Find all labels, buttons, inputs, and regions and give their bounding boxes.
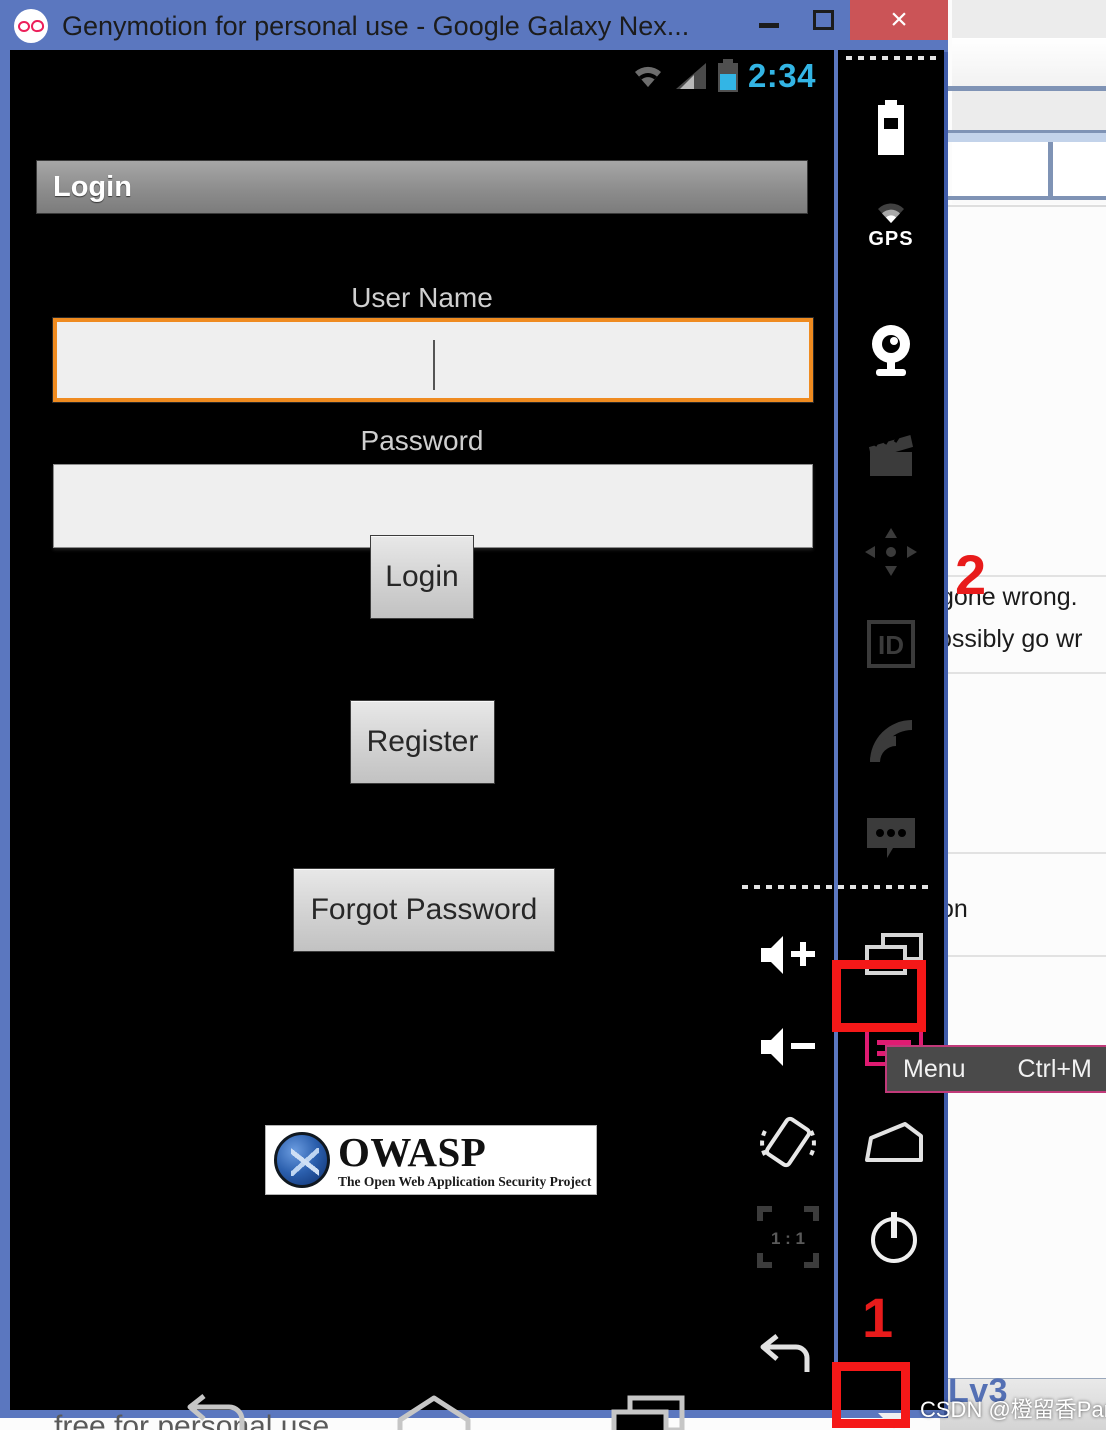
login-button[interactable]: Login [370, 535, 474, 619]
owasp-name: OWASP [338, 1128, 487, 1175]
recent-apps-icon[interactable] [608, 1394, 692, 1430]
toolbar-separator-mid [742, 885, 932, 889]
home-icon[interactable] [392, 1394, 476, 1430]
owasp-logo: OWASP The Open Web Application Security … [265, 1125, 597, 1195]
battery-icon [717, 59, 738, 92]
owasp-globe-icon [274, 1132, 330, 1188]
android-device-screen: 2:34 Login User Name Password Login Regi… [10, 50, 834, 1430]
android-statusbar: 2:34 [10, 50, 834, 102]
app-action-bar: Login [36, 160, 808, 214]
annotation-box-expand [832, 1362, 910, 1428]
bg-text-fragment: ossibly go wr [938, 625, 1083, 653]
forgot-password-button[interactable]: Forgot Password [293, 868, 555, 952]
toolbar-separator-top [846, 56, 936, 60]
minimize-icon [759, 22, 779, 28]
screenshot-root: gone wrong. ossibly go wr on Lv3 Genymot… [0, 0, 1106, 1430]
genymotion-window: Genymotion for personal use - Google Gal… [0, 0, 948, 1430]
tooltip-shortcut: Ctrl+M [1017, 1054, 1092, 1083]
video-recording-icon[interactable] [838, 420, 944, 492]
bg-divider [948, 672, 1106, 674]
bg-cell [952, 142, 1106, 196]
minimize-button[interactable] [742, 0, 796, 40]
window-title: Genymotion for personal use - Google Gal… [62, 10, 690, 41]
status-time: 2:34 [747, 57, 816, 94]
scale-label: 1 : 1 [771, 1229, 805, 1248]
register-button[interactable]: Register [350, 700, 495, 784]
gps-label: GPS [868, 228, 914, 250]
username-input[interactable] [53, 318, 813, 402]
android-navbar [10, 1380, 834, 1430]
annotation-box-menu [832, 960, 926, 1032]
power-button[interactable] [844, 1200, 944, 1274]
bg-divider [948, 133, 1106, 142]
network-icon[interactable] [838, 705, 944, 777]
close-button[interactable]: × [850, 0, 948, 40]
bg-divider [948, 205, 1106, 207]
accelerometer-icon[interactable] [838, 516, 944, 588]
home-button[interactable] [844, 1106, 944, 1178]
battery-widget-icon[interactable] [838, 92, 944, 164]
identifiers-icon[interactable]: ID [838, 608, 944, 680]
password-label: Password [360, 425, 484, 456]
sms-icon[interactable] [838, 802, 944, 874]
owasp-tagline: The Open Web Application Security Projec… [338, 1173, 592, 1189]
volume-up-button[interactable] [738, 920, 838, 990]
tooltip-label: Menu [903, 1054, 966, 1083]
bg-divider [1048, 142, 1053, 196]
cell-signal-icon [675, 63, 706, 89]
genymotion-logo-icon [14, 9, 48, 43]
menu-tooltip: Menu Ctrl+M [885, 1045, 1106, 1093]
svg-text:ID: ID [878, 630, 904, 660]
app-title: Login [53, 170, 132, 203]
bg-divider [948, 852, 1106, 854]
scale-one-to-one-button[interactable]: 1 : 1 [738, 1200, 838, 1274]
text-caret [433, 340, 435, 390]
bg-panel [952, 0, 1106, 38]
bg-divider [948, 955, 1106, 957]
csdn-watermark: CSDN @橙留香Park [920, 1397, 1106, 1422]
back-button[interactable] [738, 1320, 838, 1392]
wifi-icon [634, 66, 661, 87]
annotation-label-1: 1 [862, 1286, 894, 1349]
username-label: User Name [351, 282, 493, 313]
maximize-button[interactable] [796, 0, 850, 40]
gps-icon[interactable]: GPS [838, 190, 944, 262]
bg-panel [952, 200, 1106, 204]
annotation-label-2: 2 [955, 543, 987, 606]
bg-panel [952, 38, 1106, 86]
maximize-icon [812, 10, 834, 30]
window-controls: × [742, 0, 948, 52]
volume-down-button[interactable] [738, 1012, 838, 1082]
genymotion-toolbar: GPS ID 1: 1 [742, 50, 944, 1429]
back-arrow-icon[interactable] [178, 1394, 262, 1430]
window-titlebar: Genymotion for personal use - Google Gal… [0, 0, 948, 52]
rotate-button[interactable] [738, 1106, 838, 1178]
camera-icon[interactable] [838, 312, 944, 390]
